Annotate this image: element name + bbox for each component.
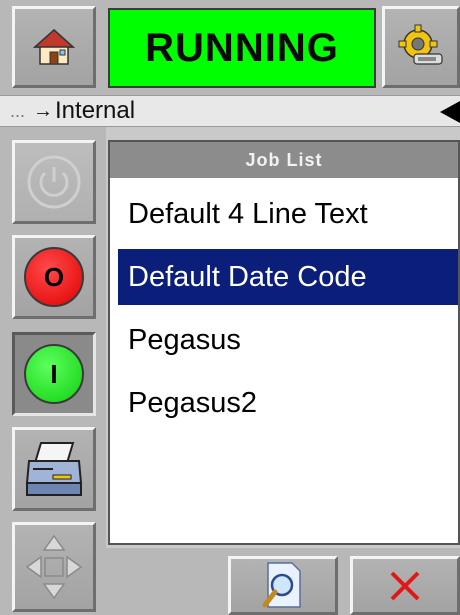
job-item-default-4-line-text[interactable]: Default 4 Line Text [118, 186, 458, 242]
breadcrumb-prefix: ... [10, 100, 26, 121]
power-button[interactable] [12, 140, 96, 224]
direction-pad-icon [25, 534, 83, 600]
job-item-pegasus[interactable]: Pegasus [118, 312, 458, 368]
start-icon: I [24, 344, 84, 404]
job-list-title: Job List [110, 142, 458, 178]
job-item-pegasus2[interactable]: Pegasus2 [118, 375, 458, 431]
stop-button[interactable]: O [12, 235, 96, 319]
breadcrumb-arrow: → [33, 99, 54, 122]
home-icon [33, 28, 75, 65]
gear-icon [398, 24, 443, 65]
status-indicator: RUNNING [108, 8, 376, 88]
start-label: I [50, 358, 58, 389]
screen: RUNNING ... → Internal O I Job List Defa… [0, 0, 460, 615]
back-arrow-icon[interactable] [440, 101, 460, 123]
job-list-panel: Job List Default 4 Line Text Default Dat… [108, 140, 460, 545]
top-bar: RUNNING [0, 0, 460, 95]
stop-icon: O [24, 247, 84, 307]
status-text: RUNNING [145, 25, 339, 70]
breadcrumb-location: Internal [55, 97, 136, 124]
printer-icon [25, 442, 83, 496]
home-button[interactable] [12, 6, 96, 88]
job-item-default-date-code[interactable]: Default Date Code [118, 249, 458, 305]
print-button[interactable] [12, 427, 96, 511]
breadcrumb: ... → Internal [0, 95, 460, 127]
bottom-toolbar [106, 548, 460, 615]
settings-button[interactable] [382, 6, 460, 88]
start-button[interactable]: I [12, 332, 96, 416]
navigate-button[interactable] [12, 522, 96, 612]
preview-button[interactable] [228, 556, 338, 615]
power-icon [27, 155, 81, 209]
close-icon [390, 571, 420, 600]
side-toolbar: O I [0, 127, 106, 615]
document-search-icon [262, 561, 301, 608]
cancel-button[interactable] [350, 556, 460, 615]
stop-label: O [43, 261, 65, 292]
